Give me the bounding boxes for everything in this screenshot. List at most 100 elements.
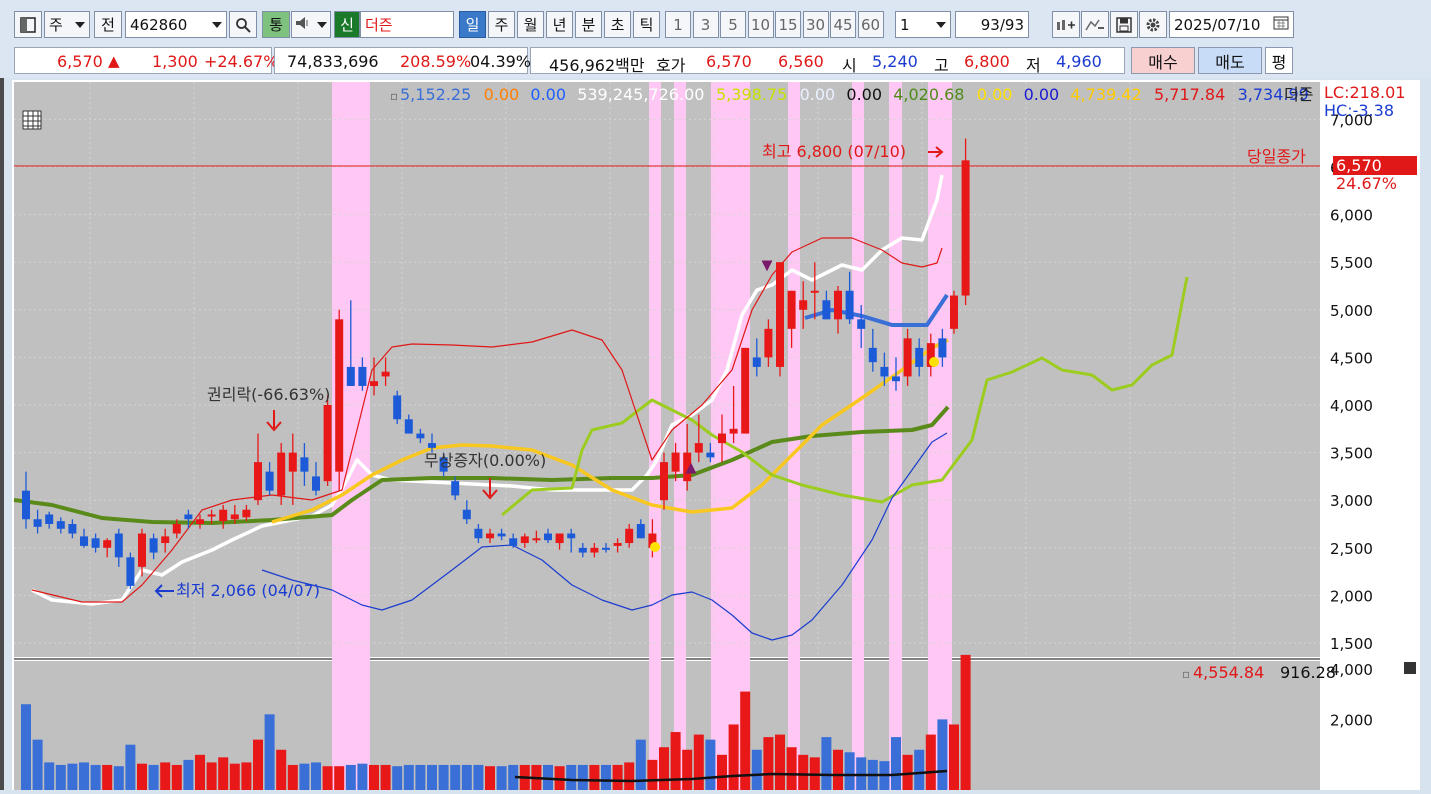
- candle-body: [776, 262, 784, 367]
- bid-price: 6,560: [778, 52, 824, 71]
- legend-value: 0.00: [530, 85, 566, 104]
- period-tab-1[interactable]: 주: [488, 11, 515, 38]
- interval-button-10[interactable]: 10: [747, 11, 774, 38]
- volume-bar: [90, 764, 101, 790]
- candle-body: [161, 536, 170, 544]
- candle-body: [857, 319, 866, 329]
- volume-bar: [786, 747, 797, 790]
- close-price: 6,570: [1336, 156, 1382, 175]
- volume-bar: [728, 724, 739, 790]
- legend-value: 4,020.68: [893, 85, 964, 104]
- interval-button-15[interactable]: 15: [775, 11, 801, 38]
- save-icon[interactable]: [1110, 11, 1138, 38]
- volume-bar: [659, 747, 669, 790]
- low-label: 저: [1026, 56, 1041, 75]
- volume-bar: [380, 764, 391, 790]
- period-tab-6[interactable]: 틱: [633, 11, 660, 38]
- volume-bar: [891, 737, 901, 790]
- candle-body: [80, 536, 88, 546]
- candle-body: [358, 366, 367, 386]
- interval-button-5[interactable]: 5: [720, 11, 746, 38]
- price-chart[interactable]: 7,0006,5006,0005,5005,0004,5004,0003,500…: [12, 80, 1420, 790]
- candle-body: [625, 528, 634, 544]
- candle-body: [694, 443, 703, 453]
- interval-button-30[interactable]: 30: [802, 11, 829, 38]
- volume-legend-marker: ▫: [1182, 667, 1190, 681]
- highlight-band: [649, 82, 661, 790]
- volume-bar: [427, 764, 437, 790]
- candle-body: [764, 328, 773, 358]
- close-icon: [1404, 662, 1416, 674]
- buy-button[interactable]: 매수: [1131, 47, 1195, 74]
- period-tab-5[interactable]: 초: [604, 11, 631, 38]
- volume-bar: [125, 744, 136, 790]
- date-field[interactable]: 2025/07/10: [1169, 11, 1294, 38]
- candle-body: [706, 452, 715, 458]
- candle-body: [207, 514, 216, 517]
- candle-body: [834, 290, 842, 320]
- candle-body: [22, 490, 30, 520]
- period-tab-3[interactable]: 년: [546, 11, 573, 38]
- chart-area[interactable]: 7,0006,5006,0005,5005,0004,5004,0003,500…: [12, 80, 1420, 790]
- zoom-in-icon[interactable]: [1052, 11, 1080, 38]
- candle-body: [880, 366, 889, 377]
- zoom-out-icon[interactable]: [1081, 11, 1109, 38]
- volume-bar: [798, 754, 809, 790]
- period-tab-4[interactable]: 분: [575, 11, 602, 38]
- candle-body: [892, 376, 900, 382]
- sell-button[interactable]: 매도: [1198, 47, 1262, 74]
- volume-bar: [276, 749, 287, 790]
- highlight-band: [711, 82, 750, 790]
- volume-bar: [415, 764, 426, 790]
- stock-name-field[interactable]: 더즌: [360, 11, 454, 38]
- interval-button-3[interactable]: 3: [692, 11, 719, 38]
- volume-bar: [195, 754, 205, 790]
- search-icon[interactable]: [229, 11, 257, 38]
- market-select[interactable]: 주: [44, 11, 90, 38]
- volume-bar: [485, 766, 495, 790]
- price-tick-label: 2,500: [1330, 540, 1373, 558]
- volume-bar: [763, 737, 774, 790]
- legend-value: 5,152.25: [400, 85, 471, 104]
- jeon-button[interactable]: 전: [94, 11, 122, 38]
- candle-body: [45, 514, 54, 524]
- volume-bar: [635, 739, 646, 790]
- candle-body: [56, 521, 65, 529]
- candle-body: [950, 295, 958, 329]
- tong-button[interactable]: 통: [262, 11, 290, 38]
- signal-dot: [650, 542, 660, 552]
- layout-icon[interactable]: [14, 11, 42, 38]
- candle-body: [393, 395, 402, 420]
- volume: 74,833,696: [287, 52, 379, 71]
- multiplier-select[interactable]: 1: [895, 11, 951, 38]
- code-input[interactable]: 462860: [125, 11, 227, 38]
- candle-body: [265, 471, 274, 491]
- interval-button-45[interactable]: 45: [830, 11, 856, 38]
- legend-value: 5,398.75: [716, 85, 787, 104]
- eval-button[interactable]: 평: [1265, 47, 1293, 74]
- price-tick-label: 4,500: [1330, 349, 1373, 367]
- gear-icon[interactable]: [1139, 11, 1167, 38]
- legend-value: 4,739.42: [1070, 85, 1141, 104]
- close-pct: 24.67%: [1336, 174, 1397, 193]
- interval-button-1[interactable]: 1: [665, 11, 691, 38]
- period-tab-2[interactable]: 월: [517, 11, 544, 38]
- candle-body: [288, 452, 297, 472]
- up-arrow-icon: ▲: [108, 52, 120, 70]
- count-field[interactable]: 93/93: [955, 11, 1029, 38]
- period-tab-0[interactable]: 일: [459, 11, 486, 38]
- candle-body: [184, 514, 193, 520]
- volume-bar: [856, 757, 867, 790]
- volume-bar: [577, 764, 588, 790]
- volume-bar: [334, 766, 345, 790]
- count-value: 93: [980, 15, 1000, 34]
- interval-button-60[interactable]: 60: [857, 11, 884, 38]
- volume-bar: [925, 734, 936, 790]
- volume-bar: [705, 739, 716, 790]
- candle-body: [114, 533, 123, 558]
- sin-button[interactable]: 신: [334, 11, 360, 38]
- table-icon: [22, 110, 42, 130]
- volume-bar: [392, 766, 403, 790]
- sound-button[interactable]: [291, 11, 331, 38]
- volume-bar: [21, 704, 31, 790]
